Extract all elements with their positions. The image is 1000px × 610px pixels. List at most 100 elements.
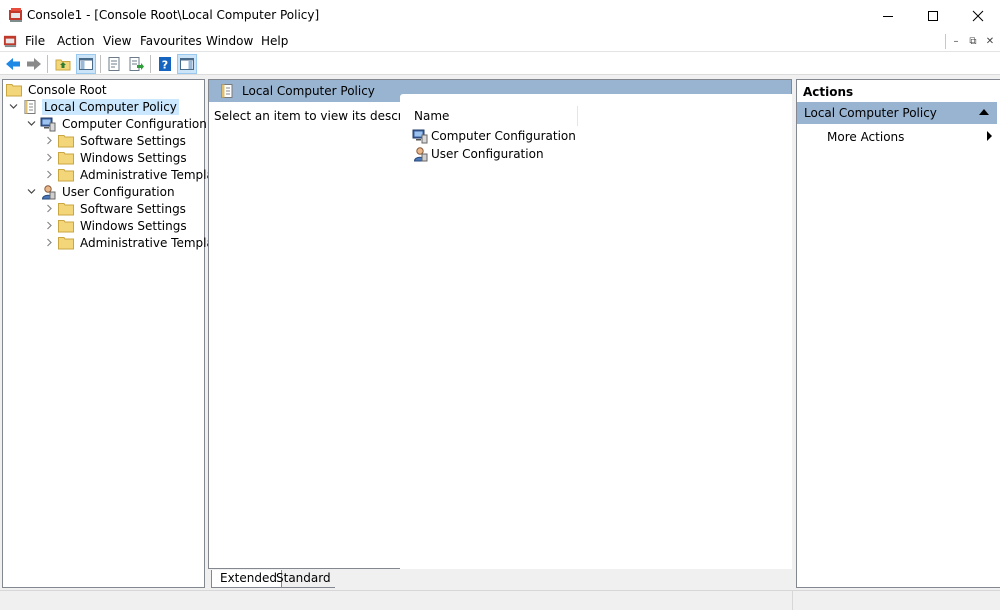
- forward-button[interactable]: [24, 54, 44, 74]
- folder-icon: [58, 151, 74, 164]
- collapse-up-icon[interactable]: [979, 109, 989, 115]
- item-list[interactable]: Name Computer Configuration User Configu…: [400, 94, 792, 569]
- tree-item-computer-configuration[interactable]: Computer Configuration: [40, 115, 209, 132]
- tree-item-windows-settings[interactable]: Windows Settings: [58, 217, 189, 234]
- title-bar: Console1 - [Console Root\Local Computer …: [0, 0, 1000, 31]
- more-actions-item[interactable]: More Actions: [827, 130, 904, 144]
- maximize-button[interactable]: [910, 0, 955, 31]
- mdi-minimize-button[interactable]: –: [947, 32, 965, 50]
- properties-icon: [108, 57, 120, 71]
- chevron-right-icon[interactable]: [44, 166, 54, 183]
- tree-item-label: Computer Configuration: [62, 116, 207, 131]
- chevron-down-icon[interactable]: [26, 115, 36, 132]
- folder-icon: [58, 134, 74, 147]
- actions-pane: Actions Local Computer Policy More Actio…: [796, 79, 1000, 588]
- tree-item-label: Windows Settings: [80, 150, 187, 165]
- forward-arrow-icon: [27, 58, 41, 70]
- tab-standard[interactable]: Standard: [268, 570, 335, 588]
- submenu-arrow-icon[interactable]: [987, 131, 992, 141]
- toolbar-separator: [100, 55, 101, 73]
- window-title: Console1 - [Console Root\Local Computer …: [27, 8, 320, 22]
- mdi-close-button[interactable]: ✕: [981, 32, 999, 50]
- tree-item-windows-settings[interactable]: Windows Settings: [58, 149, 189, 166]
- menu-action[interactable]: Action: [57, 34, 95, 48]
- close-button[interactable]: [955, 0, 1000, 31]
- actions-group-label: Local Computer Policy: [804, 106, 937, 120]
- chevron-right-icon[interactable]: [44, 149, 54, 166]
- computer-icon: [412, 129, 428, 144]
- menu-bar: File Action View Favourites Window Help …: [0, 31, 1000, 51]
- policy-icon: [219, 83, 235, 102]
- up-one-level-button[interactable]: [53, 54, 73, 74]
- status-bar-cell: [792, 591, 998, 610]
- result-pane[interactable]: Local Computer Policy Select an item to …: [208, 79, 792, 569]
- chevron-right-icon[interactable]: [44, 234, 54, 251]
- show-hide-console-tree-button[interactable]: [76, 54, 96, 74]
- list-item-label: User Configuration: [431, 147, 544, 161]
- action-pane-icon: [180, 58, 194, 70]
- user-icon: [413, 147, 428, 162]
- result-pane-title: Local Computer Policy: [242, 84, 375, 98]
- folder-up-icon: [55, 59, 71, 71]
- export-list-button[interactable]: [126, 54, 146, 74]
- tree-item-label: User Configuration: [62, 184, 175, 199]
- properties-button[interactable]: [104, 54, 124, 74]
- mdi-restore-button[interactable]: ⧉: [964, 32, 982, 50]
- maximize-icon: [927, 10, 938, 21]
- export-list-icon: [129, 57, 144, 71]
- folder-icon: [58, 202, 74, 215]
- minimize-button[interactable]: [865, 0, 910, 31]
- tree-item-label: Software Settings: [80, 133, 186, 148]
- toolbar-separator: [47, 55, 48, 73]
- help-button[interactable]: ?: [155, 54, 175, 74]
- minimize-icon: [882, 15, 893, 17]
- policy-icon: [24, 99, 36, 114]
- menu-view[interactable]: View: [103, 34, 131, 48]
- mmc-app-icon[interactable]: [8, 7, 24, 26]
- computer-icon: [40, 117, 56, 131]
- console-tree-pane[interactable]: Console Root Local Computer Policy Compu…: [2, 79, 232, 588]
- show-hide-action-pane-button[interactable]: [177, 54, 197, 74]
- tree-item-label: Windows Settings: [80, 218, 187, 233]
- column-divider[interactable]: [577, 106, 578, 126]
- folder-icon: [58, 219, 74, 232]
- chevron-right-icon[interactable]: [44, 200, 54, 217]
- folder-icon: [58, 168, 74, 181]
- actions-group-local-computer-policy[interactable]: Local Computer Policy: [797, 102, 997, 124]
- view-tabs: Extended Standard: [208, 570, 792, 588]
- list-item-label: Computer Configuration: [431, 129, 576, 143]
- menu-window[interactable]: Window: [206, 34, 253, 48]
- chevron-right-icon[interactable]: [44, 132, 54, 149]
- tree-item-console-root[interactable]: Console Root: [6, 81, 109, 98]
- folder-icon: [6, 83, 22, 96]
- tree-item-software-settings[interactable]: Software Settings: [58, 132, 188, 149]
- tree-item-user-configuration[interactable]: User Configuration: [40, 183, 177, 200]
- tree-item-label: Local Computer Policy: [42, 98, 179, 115]
- list-item-user-configuration[interactable]: User Configuration: [412, 145, 544, 163]
- toolbar: ?: [0, 51, 1000, 75]
- chevron-down-icon[interactable]: [26, 183, 36, 200]
- help-icon: ?: [159, 57, 171, 72]
- list-item-computer-configuration[interactable]: Computer Configuration: [412, 127, 576, 145]
- tree-item-label: Software Settings: [80, 201, 186, 216]
- user-icon: [41, 184, 56, 199]
- status-bar: [0, 590, 1000, 610]
- toolbar-separator: [150, 55, 151, 73]
- back-button[interactable]: [3, 54, 23, 74]
- tree-item-label: Console Root: [28, 82, 107, 97]
- menu-help[interactable]: Help: [261, 34, 288, 48]
- menu-file[interactable]: File: [25, 34, 45, 48]
- folder-icon: [58, 236, 74, 249]
- console-tree-icon: [79, 58, 93, 70]
- tree-item-local-computer-policy[interactable]: Local Computer Policy: [22, 98, 179, 115]
- mdi-separator: [945, 34, 946, 49]
- chevron-down-icon[interactable]: [8, 98, 18, 115]
- document-system-icon[interactable]: [3, 33, 18, 51]
- actions-title: Actions: [803, 85, 854, 99]
- chevron-right-icon[interactable]: [44, 217, 54, 234]
- tree-item-software-settings[interactable]: Software Settings: [58, 200, 188, 217]
- svg-text:?: ?: [162, 59, 168, 72]
- column-header-name[interactable]: Name: [414, 109, 449, 123]
- close-icon: [972, 10, 983, 21]
- menu-favourites[interactable]: Favourites: [140, 34, 202, 48]
